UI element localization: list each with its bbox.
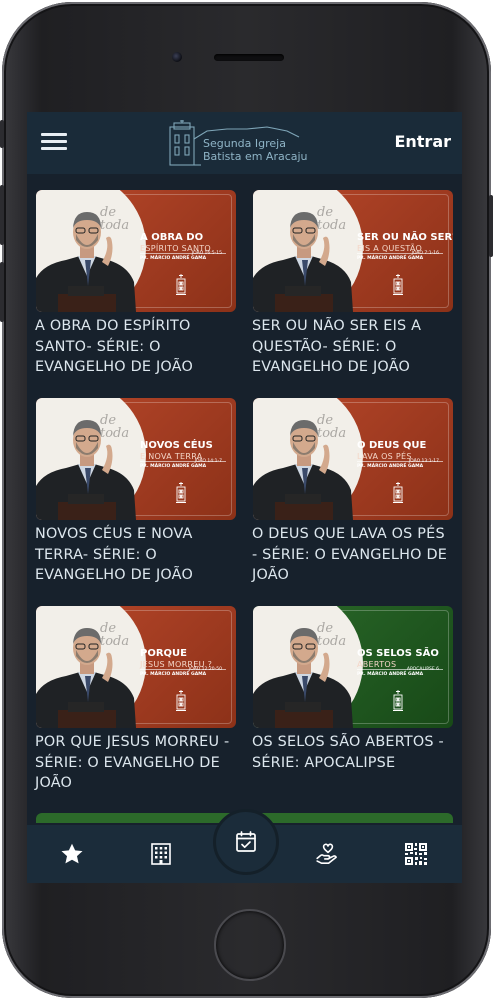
nav-qr[interactable] <box>387 825 445 883</box>
building-icon <box>151 843 171 865</box>
sermon-card[interactable]: de toda NOVOS CÉUS E NOVA TERRA PR. MÁRCIO … <box>27 382 236 588</box>
volume-down-button <box>0 262 4 322</box>
thumbnail-reference: JOÃO 13:1-17 <box>408 459 439 464</box>
sermon-grid: de toda A OBRA DO ESPÍRITO SANTO PR. MÁRCIO… <box>27 174 462 883</box>
church-logo-icon <box>393 274 403 295</box>
thumbnail-subtitle: LAVA OS PÉS <box>357 452 412 461</box>
thumbnail-title: OS SELOS SÃO <box>357 648 439 659</box>
sermon-card[interactable]: de toda OS SELOS SÃO ABERTOS PR. MÁRCIO AND… <box>244 590 453 796</box>
nav-donate[interactable] <box>299 825 357 883</box>
sermon-title[interactable]: OS SELOS SÃO ABERTOS - SÉRIE: APOCALIPSE <box>252 732 452 773</box>
thumbnail-title: SER OU NÃO SER? <box>357 232 453 243</box>
star-icon <box>61 843 83 864</box>
power-button <box>489 195 493 257</box>
church-logo-icon <box>393 482 403 503</box>
sermon-title[interactable]: O DEUS QUE LAVA OS PÉS - SÉRIE: O EVANGE… <box>252 524 452 586</box>
preacher-photo <box>253 212 353 312</box>
thumbnail-reference: JOÃO 12:20-50 <box>188 667 222 672</box>
logo-text-line2: Batista em Aracaju <box>203 150 308 163</box>
sermon-card[interactable]: de toda SER OU NÃO SER? EIS A QUESTÃO PR. M… <box>244 174 453 380</box>
church-logo-icon <box>176 482 186 503</box>
sermon-title[interactable]: POR QUE JESUS MORREU - SÉRIE: O EVANGELH… <box>35 732 235 794</box>
front-camera <box>172 52 182 62</box>
thumbnail-reference: APOCALIPSE 6 <box>406 667 439 672</box>
church-logo-icon <box>176 274 186 295</box>
thumbnail-title: A OBRA DO <box>140 232 204 243</box>
nav-agenda[interactable] <box>213 809 279 875</box>
nav-favorites[interactable] <box>43 825 101 883</box>
sermon-card[interactable]: de toda PORQUE JESUS MORREU ? PR. MÁRCIO AN… <box>27 590 236 796</box>
church-logo-icon <box>393 690 403 711</box>
menu-icon[interactable] <box>41 132 67 150</box>
earpiece-speaker <box>214 54 284 61</box>
sermon-title[interactable]: SER OU NÃO SER EIS A QUESTÃO- SÉRIE: O E… <box>252 316 452 378</box>
thumbnail-reference: JOÃO 7:1-16 <box>411 251 439 256</box>
sermon-title[interactable]: NOVOS CÉUS E NOVA TERRA- SÉRIE: O EVANGE… <box>35 524 235 586</box>
login-button[interactable]: Entrar <box>394 132 451 151</box>
app-header: Segunda Igreja Batista em Aracaju Entrar <box>27 112 462 174</box>
sermon-card-peek <box>253 813 453 823</box>
thumbnail-speaker: PR. MÁRCIO ANDRÉ GAMA <box>357 256 424 261</box>
thumbnail-speaker: PR. MÁRCIO ANDRÉ GAMA <box>140 464 207 469</box>
volume-up-button <box>0 185 4 245</box>
preacher-photo <box>253 420 353 520</box>
sermon-thumbnail[interactable]: de toda SER OU NÃO SER? EIS A QUESTÃO PR. M… <box>253 190 453 312</box>
sermon-title[interactable]: A OBRA DO ESPÍRITO SANTO- SÉRIE: O EVANG… <box>35 316 235 378</box>
sermon-thumbnail[interactable]: de toda O DEUS QUE LAVA OS PÉS PR. MÁRCIO A… <box>253 398 453 520</box>
sermon-card[interactable]: de toda O DEUS QUE LAVA OS PÉS PR. MÁRCIO A… <box>244 382 453 588</box>
preacher-photo <box>36 628 136 728</box>
thumbnail-title: NOVOS CÉUS <box>140 440 213 451</box>
thumbnail-reference: JOÃO 14:1-7 <box>194 459 222 464</box>
thumbnail-speaker: PR. MÁRCIO ANDRÉ GAMA <box>357 672 424 677</box>
qr-code-icon <box>405 843 427 865</box>
church-logo-icon <box>176 690 186 711</box>
calendar-check-icon <box>236 831 256 852</box>
app-screen: Segunda Igreja Batista em Aracaju Entrar… <box>27 112 462 883</box>
thumbnail-subtitle: E NOVA TERRA <box>140 452 203 461</box>
logo-text-line1: Segunda Igreja <box>203 137 286 150</box>
mute-switch <box>0 120 4 148</box>
thumbnail-title: O DEUS QUE <box>357 440 427 451</box>
thumbnail-subtitle: ABERTOS <box>357 660 397 669</box>
thumbnail-speaker: PR. MÁRCIO ANDRÉ GAMA <box>140 672 207 677</box>
thumbnail-title: PORQUE <box>140 648 187 659</box>
helping-hand-icon <box>316 843 337 865</box>
nav-church[interactable] <box>132 825 190 883</box>
preacher-photo <box>253 628 353 728</box>
thumbnail-reference: JOÃO 16:5-15 <box>191 251 222 256</box>
sermon-thumbnail[interactable]: de toda OS SELOS SÃO ABERTOS PR. MÁRCIO AND… <box>253 606 453 728</box>
sermon-thumbnail[interactable]: de toda NOVOS CÉUS E NOVA TERRA PR. MÁRCIO … <box>36 398 236 520</box>
preacher-photo <box>36 212 136 312</box>
thumbnail-speaker: PR. MÁRCIO ANDRÉ GAMA <box>140 256 207 261</box>
sermon-card-peek <box>36 813 236 823</box>
preacher-photo <box>36 420 136 520</box>
thumbnail-speaker: PR. MÁRCIO ANDRÉ GAMA <box>357 464 424 469</box>
church-logo[interactable]: Segunda Igreja Batista em Aracaju <box>167 119 308 169</box>
sermon-thumbnail[interactable]: de toda A OBRA DO ESPÍRITO SANTO PR. MÁRCIO… <box>36 190 236 312</box>
sermon-thumbnail[interactable]: de toda PORQUE JESUS MORREU ? PR. MÁRCIO AN… <box>36 606 236 728</box>
home-button[interactable] <box>214 909 286 981</box>
sermon-card[interactable]: de toda A OBRA DO ESPÍRITO SANTO PR. MÁRCIO… <box>27 174 236 380</box>
